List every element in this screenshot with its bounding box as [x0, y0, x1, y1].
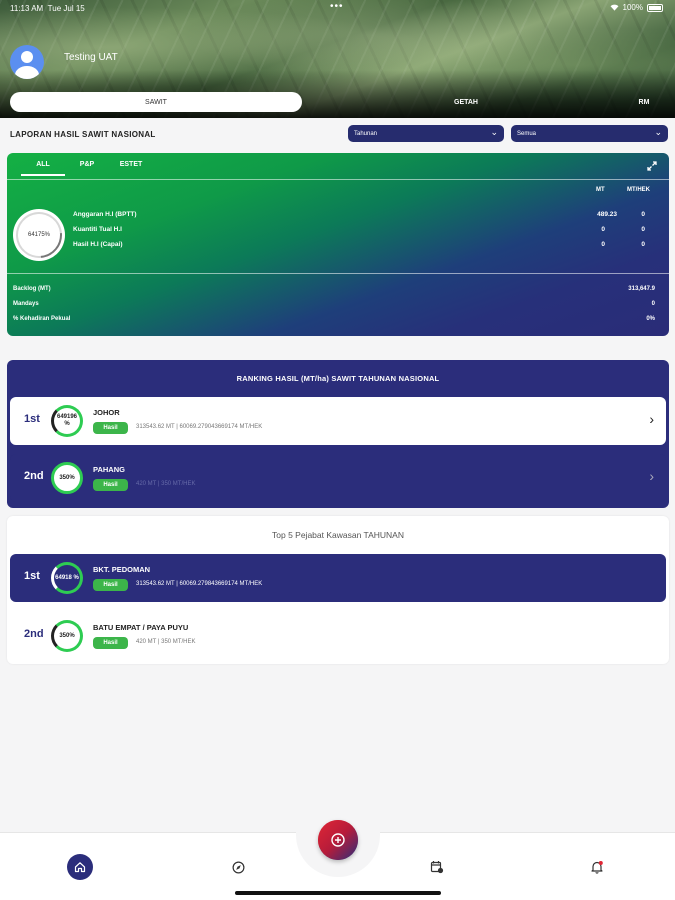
report-title: LAPORAN HASIL SAWIT NASIONAL — [10, 130, 156, 139]
item-detail: 313543.62 MT | 60069.279843669174 MT/HEK — [136, 581, 263, 587]
col-mthek-header: MT/HEK — [627, 187, 650, 193]
attendance-value: 0% — [646, 316, 655, 322]
hasil-badge: Hasil — [93, 579, 128, 591]
ranking-card: RANKING HASIL (MT/ha) SAWIT TAHUNAN NASI… — [7, 360, 669, 508]
item-name: JOHOR — [93, 408, 120, 417]
tab-rm[interactable]: RM — [628, 92, 660, 112]
progress-percent: 64175% — [27, 232, 51, 238]
divider — [7, 179, 669, 180]
item-detail: 313543.62 MT | 60069.279043669174 MT/HEK — [136, 424, 263, 430]
tab-pp[interactable]: P&P — [65, 161, 109, 176]
backlog-label: Backlog (MT) — [13, 286, 51, 292]
ring-percent: 350% — [59, 475, 75, 481]
ranking-item[interactable]: 1st 649196 % JOHOR Hasil 313543.62 MT | … — [10, 397, 666, 445]
multitask-dots[interactable]: ••• — [330, 1, 344, 12]
progress-ring: 350% — [51, 462, 83, 494]
tab-all[interactable]: ALL — [21, 161, 65, 176]
top5-item[interactable]: 1st 64918 % BKT. PEDOMAN Hasil 313543.62… — [10, 554, 666, 602]
chevron-down-icon: ⌄ — [490, 127, 498, 137]
metric-mthek-value: 0 — [641, 211, 645, 218]
attendance-label: % Kehadiran Pekual — [13, 316, 71, 322]
scope-select-value: Semua — [517, 130, 537, 137]
tab-sawit[interactable]: SAWIT — [10, 92, 302, 112]
status-time: 11:13 AM Tue Jul 15 — [10, 4, 85, 13]
top5-card: Top 5 Pejabat Kawasan TAHUNAN 1st 64918 … — [7, 516, 669, 664]
metric-mthek-value: 0 — [641, 241, 645, 248]
metric-label: Hasil H.I (Capai) — [73, 241, 123, 248]
bell-icon — [591, 861, 603, 874]
item-name: BATU EMPAT / PAYA PUYU — [93, 623, 189, 632]
summary-tabs: ALL P&P ESTET — [21, 161, 153, 176]
nav-notifications[interactable] — [584, 854, 610, 880]
metric-mt-value: 0 — [601, 241, 605, 248]
metric-label: Anggaran H.I (BPTT) — [73, 211, 137, 218]
mandays-label: Mandays — [13, 301, 39, 307]
ring-percent: 649196 % — [56, 414, 78, 427]
header-banner: 11:13 AM Tue Jul 15 ••• 100% Testing UAT… — [0, 0, 675, 118]
commodity-tabs: SAWIT GETAH RM — [0, 92, 675, 112]
chevron-down-icon: ⌄ — [654, 127, 662, 137]
home-indicator[interactable] — [235, 891, 441, 895]
battery-icon — [647, 3, 663, 12]
chevron-right-icon: › — [649, 411, 654, 427]
ring-percent: 350% — [59, 633, 75, 639]
rank-label: 2nd — [24, 628, 44, 640]
progress-ring: 64918 % — [51, 562, 83, 594]
metric-mt-value: 0 — [601, 226, 605, 233]
item-detail: 420 MT | 350 MT/HEK — [136, 639, 196, 645]
compass-icon — [232, 861, 244, 873]
hasil-badge: Hasil — [93, 479, 128, 491]
home-icon — [74, 862, 86, 873]
wifi-icon — [610, 4, 618, 11]
calendar-icon — [430, 861, 444, 874]
item-detail: 420 MT | 350 MT/HEK — [136, 481, 196, 487]
add-icon — [331, 833, 345, 847]
metric-label: Kuantiti Tual H.I — [73, 226, 122, 233]
divider — [7, 273, 669, 274]
top5-title: Top 5 Pejabat Kawasan TAHUNAN — [272, 530, 404, 540]
rank-label: 2nd — [24, 470, 44, 482]
metric-mt-value: 489.23 — [597, 211, 617, 218]
item-name: PAHANG — [93, 465, 125, 474]
user-name: Testing UAT — [64, 52, 118, 63]
scope-select[interactable]: Semua ⌄ — [511, 125, 668, 142]
rank-label: 1st — [24, 570, 40, 582]
progress-ring: 649196 % — [51, 405, 83, 437]
nav-schedule[interactable] — [424, 854, 450, 880]
tab-getah[interactable]: GETAH — [446, 92, 486, 112]
add-button[interactable] — [318, 820, 358, 860]
nav-home[interactable] — [67, 854, 93, 880]
ranking-title: RANKING HASIL (MT/ha) SAWIT TAHUNAN NASI… — [236, 374, 440, 383]
status-bar: 11:13 AM Tue Jul 15 ••• 100% — [0, 0, 675, 16]
item-name: BKT. PEDOMAN — [93, 565, 151, 574]
metric-mthek-value: 0 — [641, 226, 645, 233]
battery-percent: 100% — [622, 3, 643, 12]
mandays-value: 0 — [651, 301, 655, 307]
nav-explore[interactable] — [225, 854, 251, 880]
hasil-badge: Hasil — [93, 637, 128, 649]
status-right: 100% — [610, 3, 663, 12]
ranking-item[interactable]: 2nd 350% PAHANG Hasil 420 MT | 350 MT/HE… — [10, 454, 666, 502]
top5-item[interactable]: 2nd 350% BATU EMPAT / PAYA PUYU Hasil 42… — [10, 612, 666, 660]
ring-percent: 64918 % — [55, 574, 79, 581]
col-mt-header: MT — [596, 187, 605, 193]
hasil-badge: Hasil — [93, 422, 128, 434]
backlog-value: 313,647.9 — [628, 286, 655, 292]
expand-icon[interactable] — [647, 161, 657, 171]
period-select-value: Tahunan — [354, 130, 378, 137]
summary-card: ALL P&P ESTET MT MT/HEK 64175% Anggaran … — [7, 153, 669, 336]
tab-estet[interactable]: ESTET — [109, 161, 153, 176]
period-select[interactable]: Tahunan ⌄ — [348, 125, 504, 142]
progress-ring: 350% — [51, 620, 83, 652]
chevron-right-icon: › — [649, 468, 654, 484]
rank-label: 1st — [24, 413, 40, 425]
avatar[interactable] — [10, 45, 44, 79]
progress-circle: 64175% — [13, 209, 65, 261]
